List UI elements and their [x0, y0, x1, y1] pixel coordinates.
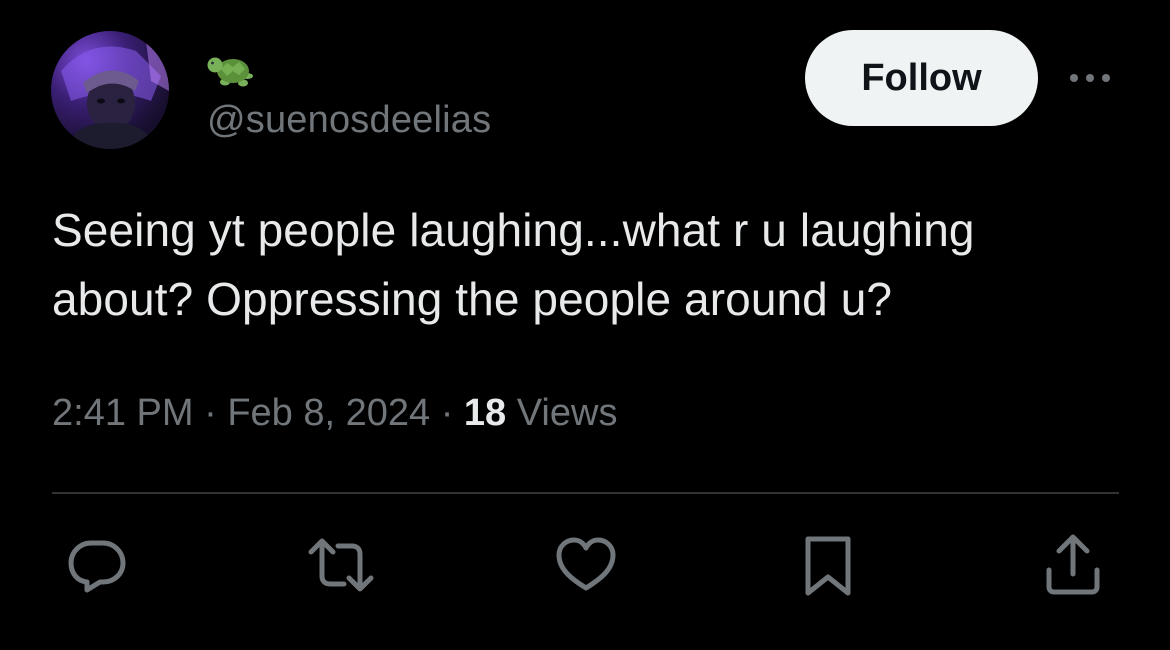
retweet-icon	[308, 538, 374, 592]
author-handle[interactable]: @suenosdeelias	[207, 96, 491, 144]
retweet-button[interactable]	[306, 530, 376, 600]
bookmark-button[interactable]	[793, 530, 863, 600]
tweet-time[interactable]: 2:41 PM	[52, 392, 194, 434]
views-count: 18	[463, 392, 507, 434]
avatar-image	[61, 41, 169, 149]
reply-icon	[68, 540, 126, 593]
bookmark-icon	[805, 536, 851, 596]
views-label: Views	[516, 392, 618, 434]
meta-separator: ·	[204, 392, 217, 434]
tweet-date[interactable]: Feb 8, 2024	[227, 392, 430, 434]
tweet-text: Seeing yt people laughing...what r u lau…	[52, 204, 975, 325]
more-horizontal-icon[interactable]	[1065, 60, 1115, 96]
tweet-meta: 2:41 PM · Feb 8, 2024 · 18 Views	[52, 388, 617, 438]
share-button[interactable]	[1038, 530, 1108, 600]
share-icon	[1046, 534, 1100, 595]
turtle-icon	[207, 51, 265, 89]
follow-button[interactable]: Follow	[805, 30, 1038, 126]
like-button[interactable]	[551, 530, 621, 600]
meta-separator: ·	[440, 392, 454, 434]
action-bar	[0, 530, 1170, 600]
divider	[52, 492, 1119, 494]
avatar[interactable]	[51, 31, 169, 149]
heart-icon	[556, 537, 616, 591]
reply-button[interactable]	[62, 530, 132, 600]
